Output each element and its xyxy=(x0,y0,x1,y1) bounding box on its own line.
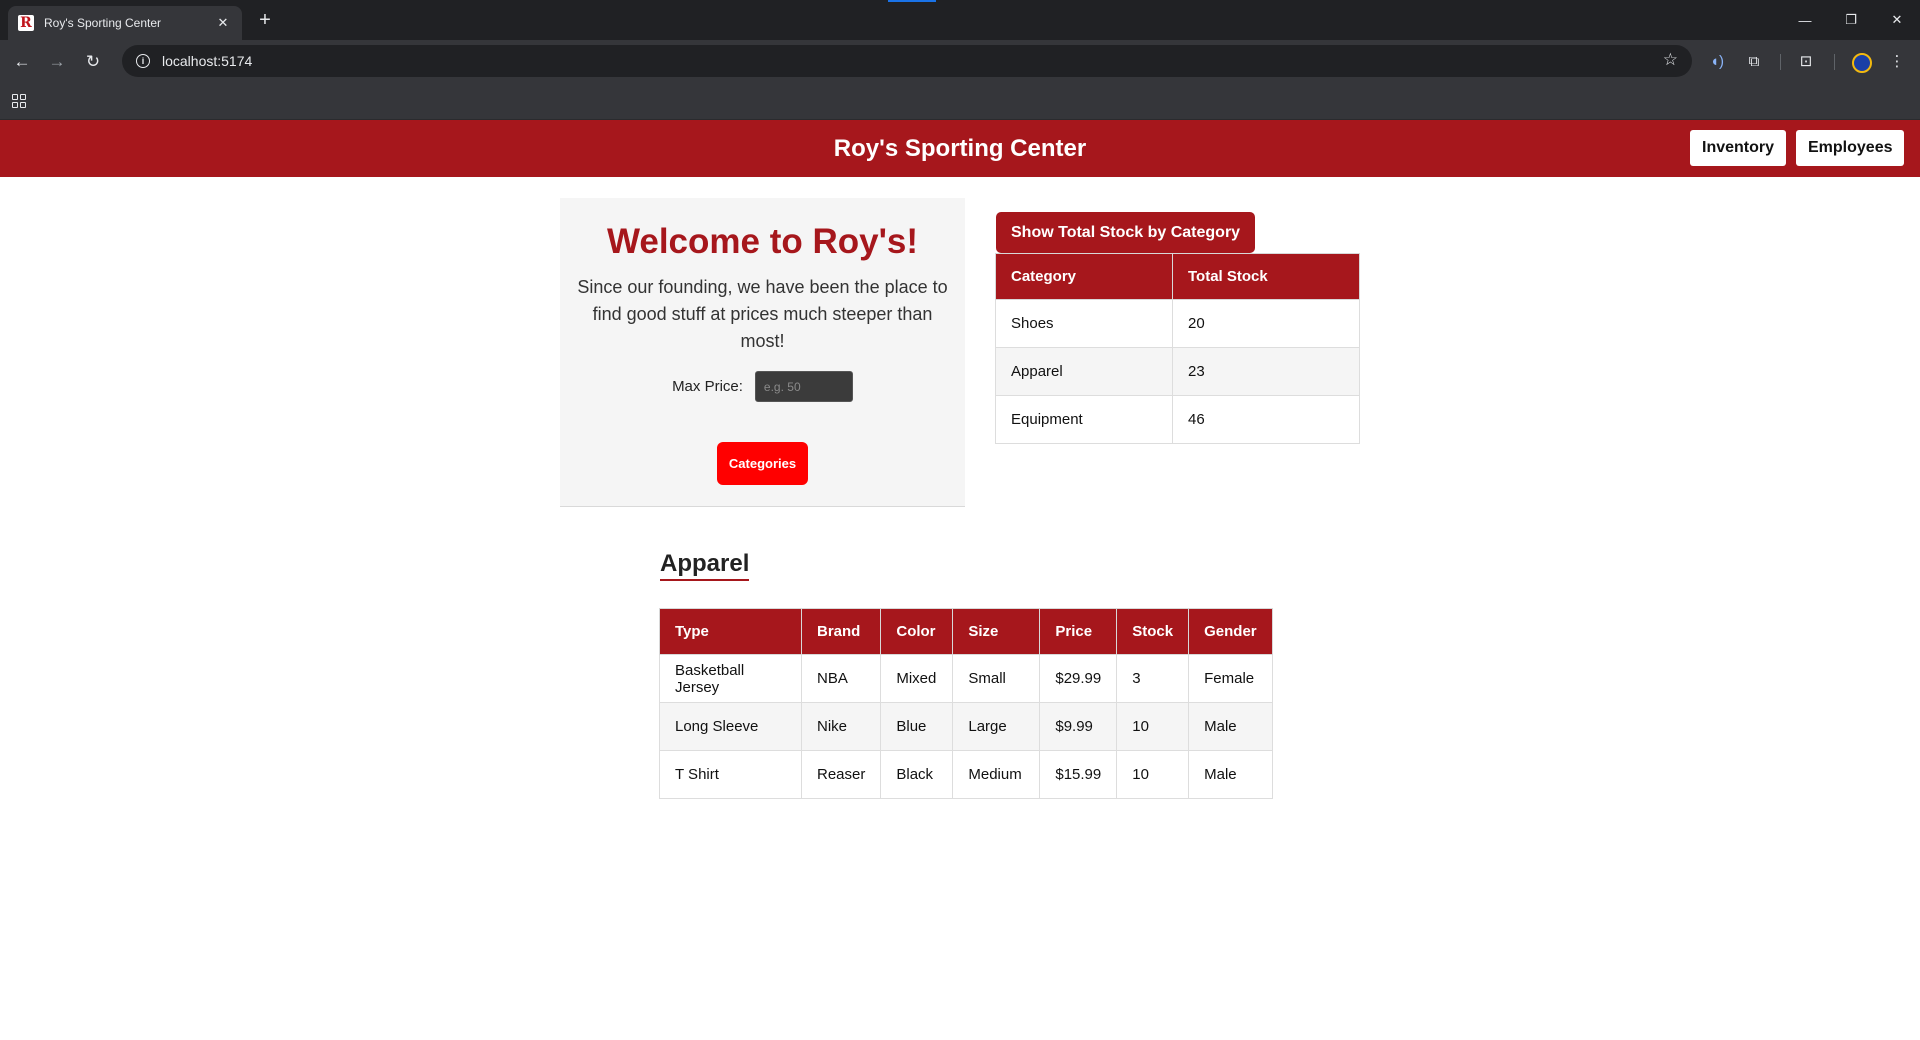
table-row: Long Sleeve Nike Blue Large $9.99 10 Mal… xyxy=(659,702,1273,751)
table-cell: Black xyxy=(880,750,954,799)
categories-button[interactable]: Categories xyxy=(716,442,809,485)
table-cell: Small xyxy=(952,654,1041,703)
tab-search-icon[interactable]: ⊡ xyxy=(1795,50,1817,72)
table-row: Equipment 46 xyxy=(995,395,1360,444)
site-header: Roy's Sporting Center Inventory Employee… xyxy=(0,120,1920,177)
column-header: Gender xyxy=(1188,608,1273,655)
forward-icon[interactable]: → xyxy=(44,49,70,75)
employees-button[interactable]: Employees xyxy=(1796,130,1905,166)
info-icon[interactable]: i xyxy=(136,54,150,68)
browser-toolbar: ← → ↻ i localhost:5174 ☆ ◖) ⧉ ⊡ ⋮ xyxy=(0,40,1920,82)
column-header: Price xyxy=(1039,608,1118,655)
table-cell: $15.99 xyxy=(1039,750,1118,799)
toolbar-separator xyxy=(1780,54,1781,70)
show-total-stock-button[interactable]: Show Total Stock by Category xyxy=(996,212,1256,253)
back-icon[interactable]: ← xyxy=(9,49,35,75)
welcome-title: Welcome to Roy's! xyxy=(606,222,919,261)
url-text[interactable]: localhost:5174 xyxy=(162,53,252,69)
table-cell: Reaser xyxy=(800,750,882,799)
column-header: Brand xyxy=(800,608,882,655)
category-heading: Apparel xyxy=(660,550,750,581)
browser-tab[interactable]: R Roy's Sporting Center ✕ xyxy=(8,6,242,40)
table-cell: Female xyxy=(1188,654,1273,703)
read-aloud-icon[interactable]: ◖) xyxy=(1706,50,1728,72)
max-price-row: Max Price: xyxy=(560,371,965,402)
table-cell: 10 xyxy=(1116,750,1190,799)
profile-icon[interactable] xyxy=(1852,53,1872,73)
address-bar[interactable]: i localhost:5174 ☆ xyxy=(122,45,1692,77)
bookmarks-bar xyxy=(0,82,1920,120)
table-cell: Male xyxy=(1188,702,1273,751)
restore-icon[interactable]: ❐ xyxy=(1828,0,1874,40)
toolbar-separator xyxy=(1834,54,1835,70)
table-row: Basketball Jersey NBA Mixed Small $29.99… xyxy=(659,654,1273,703)
table-cell: Male xyxy=(1188,750,1273,799)
window-close-icon[interactable]: ✕ xyxy=(1874,0,1920,40)
table-cell: Equipment xyxy=(995,395,1173,444)
window-controls: — ❐ ✕ xyxy=(1782,0,1920,40)
menu-icon[interactable]: ⋮ xyxy=(1886,50,1908,72)
table-row: T Shirt Reaser Black Medium $15.99 10 Ma… xyxy=(659,750,1273,799)
table-header-row: Type Brand Color Size Price Stock Gender xyxy=(659,608,1273,655)
table-header-row: Category Total Stock xyxy=(995,253,1360,300)
tab-strip-accent xyxy=(888,0,936,2)
table-cell: T Shirt xyxy=(659,750,802,799)
column-header: Type xyxy=(659,608,802,655)
table-cell: 3 xyxy=(1116,654,1190,703)
welcome-card: Welcome to Roy's! Since our founding, we… xyxy=(560,198,965,507)
max-price-label: Max Price: xyxy=(672,378,743,395)
new-tab-icon[interactable]: + xyxy=(254,9,276,31)
table-cell: NBA xyxy=(800,654,882,703)
table-cell: Shoes xyxy=(995,299,1173,348)
browser-tab-strip: R Roy's Sporting Center ✕ + — ❐ ✕ xyxy=(0,0,1920,40)
extensions-icon[interactable]: ⧉ xyxy=(1743,50,1765,72)
table-cell: Nike xyxy=(800,702,882,751)
table-cell: Large xyxy=(952,702,1041,751)
tab-title: Roy's Sporting Center xyxy=(44,16,162,30)
column-header: Category xyxy=(995,253,1173,300)
table-cell: 10 xyxy=(1116,702,1190,751)
max-price-input[interactable] xyxy=(754,371,853,402)
minimize-icon[interactable]: — xyxy=(1782,0,1828,40)
table-cell: Apparel xyxy=(995,347,1173,396)
reload-icon[interactable]: ↻ xyxy=(80,49,106,75)
table-cell: $9.99 xyxy=(1039,702,1118,751)
table-cell: Medium xyxy=(952,750,1041,799)
tab-close-icon[interactable]: ✕ xyxy=(214,15,232,31)
column-header: Stock xyxy=(1116,608,1190,655)
apps-icon[interactable] xyxy=(12,94,26,108)
column-header: Total Stock xyxy=(1172,253,1360,300)
table-cell: Basketball Jersey xyxy=(659,654,802,703)
stock-table: Category Total Stock Shoes 20 Apparel 23… xyxy=(995,253,1360,444)
table-cell: $29.99 xyxy=(1039,654,1118,703)
table-cell: 23 xyxy=(1172,347,1360,396)
table-cell: Long Sleeve xyxy=(659,702,802,751)
column-header: Color xyxy=(880,608,954,655)
welcome-text: Since our founding, we have been the pla… xyxy=(577,277,948,351)
column-header: Size xyxy=(952,608,1041,655)
table-cell: 46 xyxy=(1172,395,1360,444)
table-row: Apparel 23 xyxy=(995,347,1360,396)
table-cell: 20 xyxy=(1172,299,1360,348)
page-content: Roy's Sporting Center Inventory Employee… xyxy=(0,120,1920,1040)
table-row: Shoes 20 xyxy=(995,299,1360,348)
table-cell: Mixed xyxy=(880,654,954,703)
inventory-button[interactable]: Inventory xyxy=(1690,130,1787,166)
apparel-table: Type Brand Color Size Price Stock Gender… xyxy=(659,608,1273,799)
table-cell: Blue xyxy=(880,702,954,751)
site-title: Roy's Sporting Center xyxy=(833,135,1087,162)
favicon-icon: R xyxy=(18,15,34,31)
star-icon[interactable]: ☆ xyxy=(1663,50,1678,70)
